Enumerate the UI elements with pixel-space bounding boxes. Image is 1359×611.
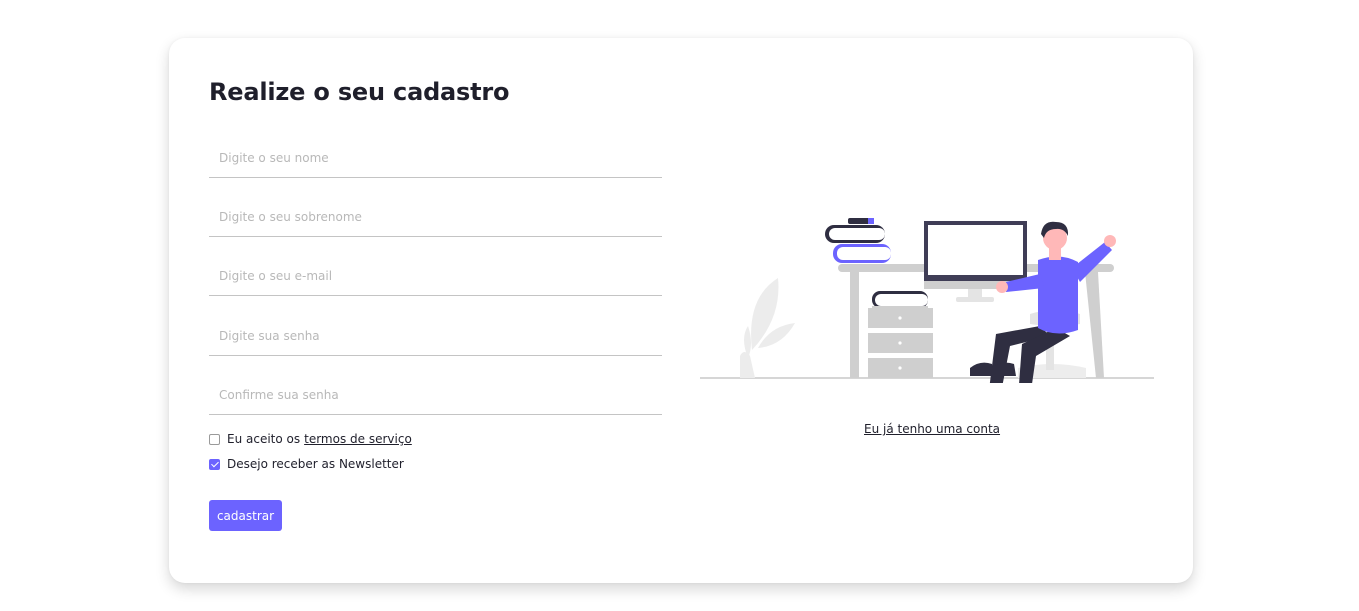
person-at-desk-illustration (700, 178, 1154, 398)
terms-of-service-link[interactable]: termos de serviço (304, 432, 412, 446)
terms-checkbox[interactable] (209, 433, 220, 445)
newsletter-checkbox[interactable] (209, 458, 220, 470)
newsletter-label: Desejo receber as Newsletter (227, 457, 404, 471)
page-title: Realize o seu cadastro (209, 78, 510, 106)
signup-card: Realize o seu cadastro Eu aceito os term… (169, 38, 1193, 583)
password-field[interactable] (209, 316, 662, 356)
email-field[interactable] (209, 256, 662, 296)
last-name-field[interactable] (209, 197, 662, 237)
confirm-password-field[interactable] (209, 375, 662, 415)
terms-row: Eu aceito os termos de serviço (209, 432, 412, 446)
first-name-field[interactable] (209, 138, 662, 178)
submit-button[interactable]: cadastrar (209, 500, 282, 531)
newsletter-row: Desejo receber as Newsletter (209, 457, 404, 471)
terms-label: Eu aceito os (227, 432, 301, 446)
login-link[interactable]: Eu já tenho uma conta (864, 422, 1000, 436)
